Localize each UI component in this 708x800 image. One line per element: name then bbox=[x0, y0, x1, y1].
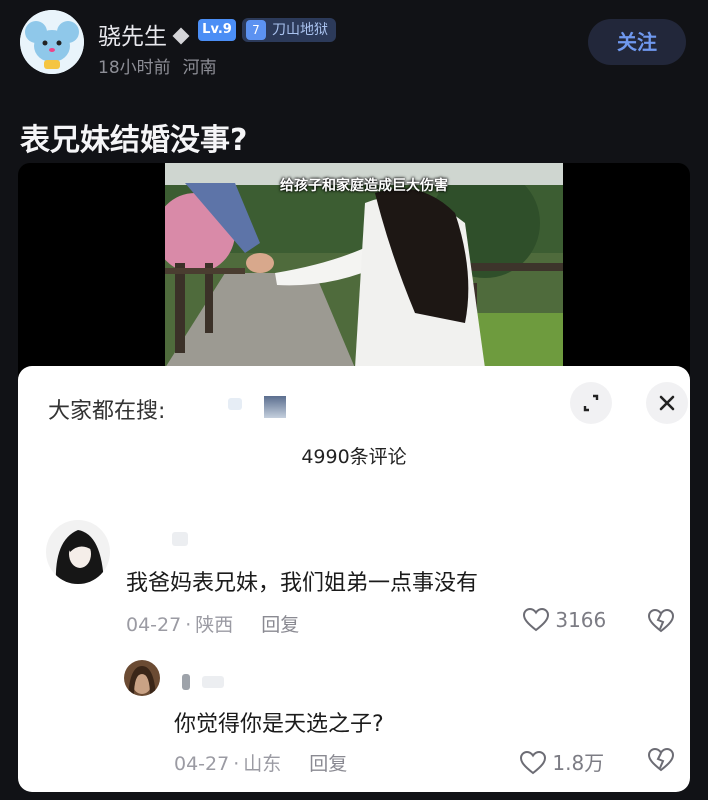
search-label: 大家都在搜: bbox=[48, 399, 166, 424]
blurred-search-term[interactable] bbox=[228, 398, 242, 410]
comment-location: 陕西 bbox=[195, 614, 234, 636]
comment-meta: 04-27 · 陕西 回复 bbox=[126, 614, 300, 636]
like-count-2: 1.8万 bbox=[552, 751, 605, 775]
dislike-button[interactable] bbox=[647, 608, 675, 637]
post-title: 表兄妹结婚没事? bbox=[20, 123, 248, 158]
reply-text: 你觉得你是天选之子? bbox=[174, 712, 384, 737]
expand-button[interactable] bbox=[570, 382, 612, 424]
dislike-button-2[interactable] bbox=[647, 747, 675, 776]
comment-text: 我爸妈表兄妹，我们姐弟一点事没有 bbox=[126, 571, 479, 596]
follow-button[interactable]: 关注 bbox=[588, 19, 686, 65]
blurred-search-term-2[interactable] bbox=[264, 396, 286, 418]
level-badge: Lv.9 bbox=[198, 19, 236, 41]
post-header: 骁先生 Lv.9 7 刀山地狱 18小时前 河南 关注 bbox=[0, 0, 708, 92]
post-meta: 18小时前 河南 bbox=[98, 53, 229, 78]
like-count: 3166 bbox=[555, 608, 607, 632]
reply-button[interactable]: 回复 bbox=[261, 614, 299, 636]
video-frame[interactable]: 给孩子和家庭造成巨大伤害 bbox=[165, 163, 563, 368]
close-button[interactable] bbox=[646, 382, 688, 424]
replier-name-blurred-2[interactable] bbox=[202, 676, 224, 688]
comments-sheet: 大家都在搜: 4990条评论 我爸妈表兄妹，我们姐弟一点事没有 04-27 · 陕西… bbox=[18, 366, 690, 792]
rank-badge: 7 刀山地狱 bbox=[242, 18, 336, 42]
expand-icon bbox=[583, 394, 599, 412]
post-time: 18小时前 bbox=[98, 58, 171, 78]
heart-icon bbox=[519, 750, 547, 775]
avatar-photo-icon bbox=[124, 660, 160, 696]
diamond-icon bbox=[172, 27, 190, 45]
comment-avatar[interactable] bbox=[46, 520, 110, 584]
comment-count: 4990条评论 bbox=[301, 446, 407, 468]
rank-number: 7 bbox=[246, 20, 266, 40]
broken-heart-icon bbox=[647, 608, 675, 633]
broken-heart-icon bbox=[647, 747, 675, 772]
author-name[interactable]: 骁先生 bbox=[98, 17, 190, 51]
commenter-name-blurred[interactable] bbox=[172, 532, 188, 546]
rank-title: 刀山地狱 bbox=[272, 22, 328, 38]
like-button-2[interactable]: 1.8万 bbox=[519, 747, 605, 776]
avatar-girl-icon bbox=[46, 520, 110, 584]
avatar-mouse-icon bbox=[20, 10, 84, 74]
author-avatar[interactable] bbox=[20, 10, 84, 74]
post-location: 河南 bbox=[182, 58, 217, 78]
reply-button-2[interactable]: 回复 bbox=[309, 753, 347, 775]
reply-location: 山东 bbox=[243, 753, 282, 775]
close-icon bbox=[659, 395, 675, 411]
comment-date: 04-27 bbox=[126, 614, 182, 636]
reply-meta: 04-27 · 山东 回复 bbox=[174, 753, 348, 775]
replier-name-blurred[interactable] bbox=[182, 674, 190, 690]
heart-icon bbox=[522, 607, 550, 632]
like-button[interactable]: 3166 bbox=[522, 607, 607, 632]
reply-date: 04-27 bbox=[174, 753, 230, 775]
video-caption: 给孩子和家庭造成巨大伤害 bbox=[280, 178, 448, 194]
reply-avatar[interactable] bbox=[124, 660, 160, 696]
video-player[interactable]: 给孩子和家庭造成巨大伤害 bbox=[18, 163, 690, 398]
